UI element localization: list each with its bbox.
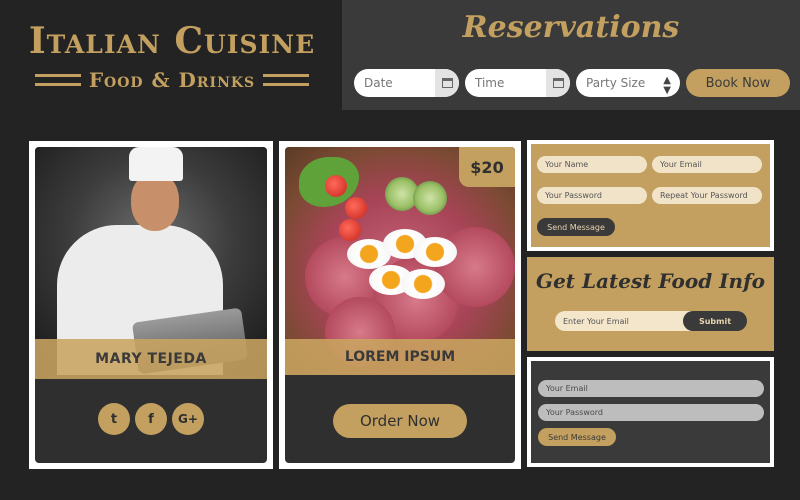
price-badge: $20 [459, 147, 515, 187]
password-field[interactable]: Your Password [537, 187, 647, 204]
time-placeholder: Time [475, 76, 505, 90]
google-plus-icon[interactable]: G+ [172, 403, 204, 435]
newsletter-submit-button[interactable]: Submit [683, 311, 747, 331]
logo-subtitle: Food & Drinks [88, 67, 256, 92]
name-field[interactable]: Your Name [537, 156, 647, 173]
login-password-field[interactable]: Your Password [538, 404, 764, 421]
book-now-button[interactable]: Book Now [686, 69, 790, 97]
party-size-select[interactable]: Party Size ▲ ▼ [576, 69, 680, 97]
logo-title: Italian Cuisine [28, 20, 316, 62]
food-name: LOREM IPSUM [285, 339, 515, 375]
food-card: $20 LOREM IPSUM Order Now [279, 141, 521, 469]
chef-card-body: MARY TEJEDA t f G+ [35, 147, 267, 463]
contact-form-panel: Your Name Your Email Your Password Repea… [527, 140, 774, 251]
login-send-button[interactable]: Send Message [538, 428, 616, 446]
chef-name: MARY TEJEDA [35, 339, 267, 379]
chef-card: MARY TEJEDA t f G+ [29, 141, 273, 469]
logo-divider-left [34, 73, 81, 86]
date-input[interactable]: Date [354, 69, 459, 97]
login-email-field[interactable]: Your Email [538, 380, 764, 397]
social-links: t f G+ [35, 403, 267, 435]
select-arrows-icon: ▲ ▼ [663, 75, 671, 96]
facebook-icon[interactable]: f [135, 403, 167, 435]
order-now-button[interactable]: Order Now [333, 404, 467, 438]
food-card-body: $20 LOREM IPSUM Order Now [285, 147, 515, 463]
date-placeholder: Date [364, 76, 393, 90]
send-message-button[interactable]: Send Message [537, 218, 615, 236]
newsletter-panel: Get Latest Food Info Enter Your Email Su… [527, 257, 774, 351]
reservations-title: Reservations [462, 10, 680, 45]
newsletter-title: Get Latest Food Info [535, 269, 766, 293]
party-size-value: Party Size [586, 76, 646, 90]
brand-logo: Italian Cuisine Food & Drinks [22, 20, 322, 92]
logo-subtitle-row: Food & Drinks [22, 68, 322, 92]
login-form-panel: Your Email Your Password Send Message [527, 357, 774, 467]
logo-divider-right [263, 73, 310, 86]
email-field[interactable]: Your Email [652, 156, 762, 173]
repeat-password-field[interactable]: Repeat Your Password [652, 187, 762, 204]
time-input[interactable]: Time [465, 69, 570, 97]
twitter-icon[interactable]: t [98, 403, 130, 435]
